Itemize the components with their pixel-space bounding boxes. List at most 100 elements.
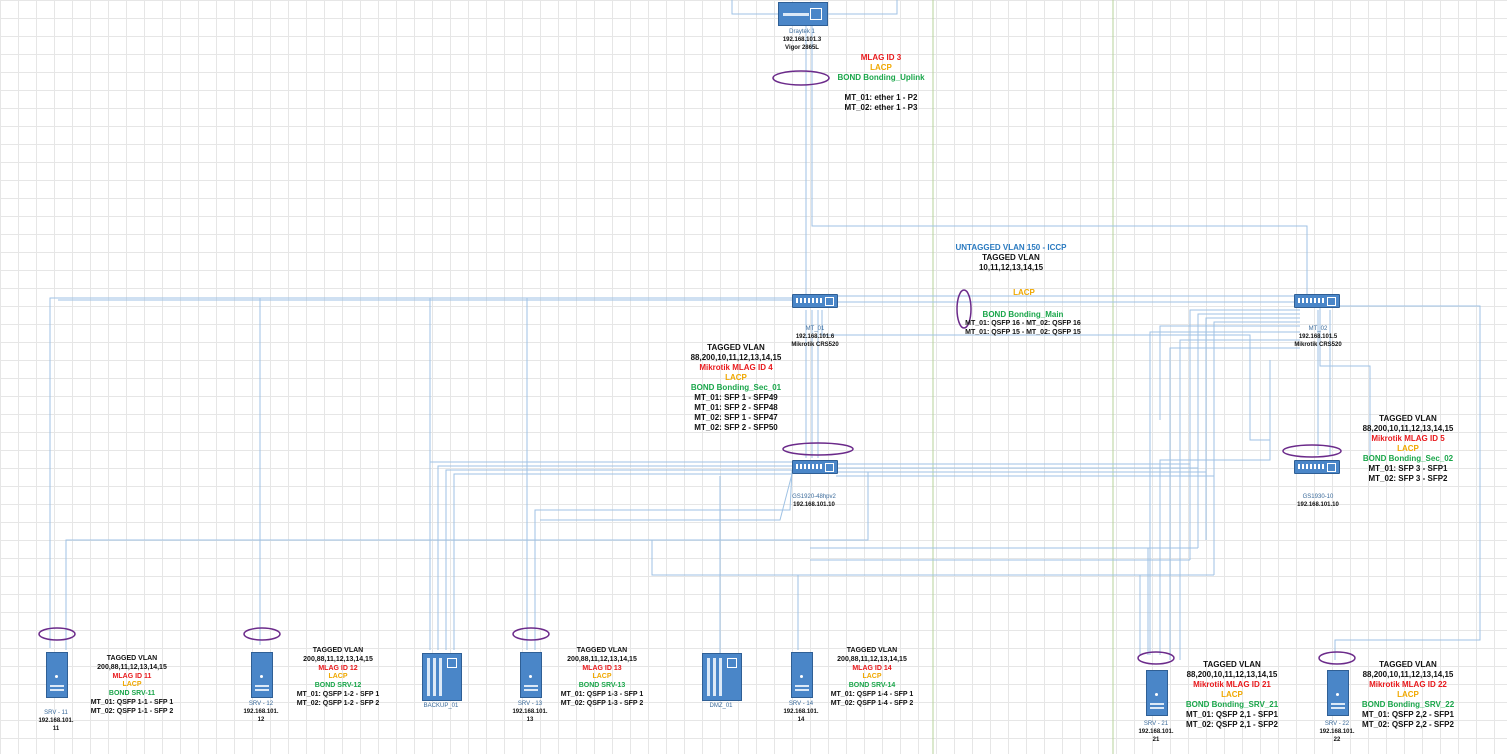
srv11-ip-suffix: 11 — [52, 725, 60, 732]
srv12-server-icon[interactable] — [251, 652, 273, 698]
iccp-port-2: MT_01: QSFP 15 - MT_02: QSFP 15 — [965, 328, 1081, 336]
dmz-name: DMZ_01 — [709, 703, 733, 709]
srv14-server-icon[interactable] — [791, 652, 813, 698]
srv21-port-2: MT_02: QSFP 2,1 - SFP2 — [1186, 720, 1278, 729]
srv21-port-1: MT_01: QSFP 2,1 - SFP1 — [1186, 710, 1278, 719]
sec02-mlag: Mikrotik MLAG ID 5 — [1371, 434, 1445, 443]
srv14-mlag: MLAG ID 14 — [852, 664, 892, 672]
gs1920-label: GS1920-48hpv2 192.168.101.10 — [776, 494, 852, 510]
mt01-switch-icon[interactable] — [792, 294, 838, 308]
dmz-server-icon[interactable] — [702, 653, 742, 701]
srv14-lacp: LACP — [862, 673, 882, 681]
uplink-note: MLAG ID 3 LACP BOND Bonding_Uplink MT_01… — [818, 53, 944, 113]
srv11-label: SRV - 11 192.168.101. 11 — [26, 710, 86, 733]
iccp-port-1: MT_01: QSFP 16 - MT_02: QSFP 16 — [965, 320, 1081, 327]
draytek-model: Vigor 2865L — [785, 44, 819, 51]
uplink-bond: BOND Bonding_Uplink — [837, 73, 925, 82]
sec02-note: TAGGED VLAN 88,200,10,11,12,13,14,15 Mik… — [1350, 414, 1466, 484]
mt02-name: MT_02 — [1308, 326, 1328, 332]
srv21-ip-suffix: 21 — [1152, 736, 1160, 743]
srv13-ip: 192.168.101. — [512, 708, 548, 715]
srv13-bond: BOND SRV-13 — [578, 682, 626, 689]
srv22-vlans: 88,200,10,11,12,13,14,15 — [1362, 670, 1454, 679]
srv12-tagged: TAGGED VLAN — [312, 647, 364, 654]
srv21-vlans: 88,200,10,11,12,13,14,15 — [1186, 670, 1278, 679]
sec01-bond: BOND Bonding_Sec_01 — [690, 383, 782, 392]
srv11-bond: BOND SRV-11 — [108, 690, 156, 697]
srv13-lacp: LACP — [592, 673, 612, 681]
mt02-switch-icon[interactable] — [1294, 294, 1340, 308]
srv22-tagged: TAGGED VLAN — [1379, 660, 1437, 669]
srv13-port-1: MT_01: QSFP 1-3 - SFP 1 — [560, 690, 644, 698]
sec01-mlag: Mikrotik MLAG ID 4 — [699, 363, 773, 372]
draytek-router-icon[interactable] — [778, 2, 828, 26]
srv22-server-icon[interactable] — [1327, 670, 1349, 716]
iccp-note: UNTAGGED VLAN 150 - ICCP TAGGED VLAN 10,… — [946, 243, 1076, 273]
sec02-tagged: TAGGED VLAN — [1379, 414, 1437, 423]
iccp-tagged: TAGGED VLAN — [982, 253, 1040, 262]
srv11-tagged: TAGGED VLAN — [106, 655, 158, 662]
srv13-port-2: MT_02: QSFP 1-3 - SFP 2 — [560, 699, 644, 707]
sec01-note: TAGGED VLAN 88,200,10,11,12,13,14,15 Mik… — [678, 343, 794, 433]
backup-name: BACKUP_01 — [423, 703, 459, 709]
srv11-mlag: MLAG ID 11 — [112, 672, 152, 680]
srv21-bond: BOND Bonding_SRV_21 — [1185, 700, 1279, 709]
srv14-bond: BOND SRV-14 — [848, 682, 896, 689]
srv12-label: SRV - 12 192.168.101. 12 — [231, 701, 291, 724]
backup-label: BACKUP_01 — [411, 703, 471, 711]
page-divider-lines — [932, 0, 1114, 754]
srv14-port-1: MT_01: QSFP 1-4 - SFP 1 — [830, 690, 914, 698]
dmz-label: DMZ_01 — [691, 703, 751, 711]
links — [49, 0, 1481, 660]
srv22-ip-suffix: 22 — [1333, 736, 1341, 743]
sec01-vlans: 88,200,10,11,12,13,14,15 — [690, 353, 782, 362]
srv13-mlag: MLAG ID 13 — [582, 664, 622, 672]
iccp-bond: BOND Bonding_Main — [982, 310, 1064, 319]
iccp-bond-note: BOND Bonding_Main MT_01: QSFP 16 - MT_02… — [956, 310, 1090, 338]
gs1930-switch-icon[interactable] — [1294, 460, 1340, 474]
gs1930-name: GS1930-10 — [1302, 494, 1334, 500]
srv14-ip: 192.168.101. — [783, 708, 819, 715]
srv13-note: TAGGED VLAN 200,88,11,12,13,14,15 MLAG I… — [550, 647, 654, 708]
iccp-lacp: LACP — [1013, 288, 1035, 297]
srv12-lacp: LACP — [328, 673, 348, 681]
srv22-mlag: Mikrotik MLAG ID 22 — [1369, 680, 1447, 689]
sec02-port-2: MT_02: SFP 3 - SFP2 — [1368, 474, 1448, 483]
srv12-ip: 192.168.101. — [243, 708, 279, 715]
srv13-tagged: TAGGED VLAN — [576, 647, 628, 654]
srv11-name: SRV - 11 — [44, 710, 68, 716]
srv11-ip: 192.168.101. — [38, 717, 74, 724]
srv11-vlans: 200,88,11,12,13,14,15 — [97, 663, 167, 671]
gs1920-ip: 192.168.101.10 — [793, 501, 835, 508]
srv11-note: TAGGED VLAN 200,88,11,12,13,14,15 MLAG I… — [80, 655, 184, 716]
srv12-mlag: MLAG ID 12 — [318, 664, 358, 672]
sec01-port-4: MT_02: SFP 2 - SFP50 — [694, 423, 778, 432]
sec01-port-2: MT_01: SFP 2 - SFP48 — [694, 403, 778, 412]
srv22-bond: BOND Bonding_SRV_22 — [1361, 700, 1455, 709]
srv12-vlans: 200,88,11,12,13,14,15 — [303, 655, 373, 663]
draytek-label: Draytek 1 192.168.101.3 Vigor 2865L — [770, 29, 834, 52]
backup-storage-icon[interactable] — [422, 653, 462, 701]
srv21-lacp: LACP — [1221, 690, 1243, 699]
srv21-server-icon[interactable] — [1146, 670, 1168, 716]
gs1930-ip: 192.168.101.10 — [1297, 501, 1339, 508]
uplink-lacp: LACP — [870, 63, 892, 72]
srv21-mlag: Mikrotik MLAG ID 21 — [1193, 680, 1271, 689]
uplink-port-1: MT_01: ether 1 - P2 — [844, 93, 918, 102]
srv22-lacp: LACP — [1397, 690, 1419, 699]
mt02-ip: 192.168.101.5 — [1298, 333, 1338, 340]
uplink-port-2: MT_02: ether 1 - P3 — [844, 103, 918, 112]
gs1920-switch-icon[interactable] — [792, 460, 838, 474]
srv13-ip-suffix: 13 — [526, 716, 534, 723]
srv22-port-1: MT_01: QSFP 2,2 - SFP1 — [1362, 710, 1454, 719]
srv11-server-icon[interactable] — [46, 652, 68, 698]
srv11-port-2: MT_02: QSFP 1-1 - SFP 2 — [90, 707, 174, 715]
srv12-bond: BOND SRV-12 — [314, 682, 362, 689]
srv11-lacp: LACP — [122, 681, 142, 689]
srv21-tagged: TAGGED VLAN — [1203, 660, 1261, 669]
srv14-ip-suffix: 14 — [797, 716, 805, 723]
srv11-port-1: MT_01: QSFP 1-1 - SFP 1 — [90, 698, 174, 706]
srv12-port-2: MT_02: QSFP 1-2 - SFP 2 — [296, 699, 380, 707]
sec02-vlans: 88,200,10,11,12,13,14,15 — [1362, 424, 1454, 433]
srv13-server-icon[interactable] — [520, 652, 542, 698]
